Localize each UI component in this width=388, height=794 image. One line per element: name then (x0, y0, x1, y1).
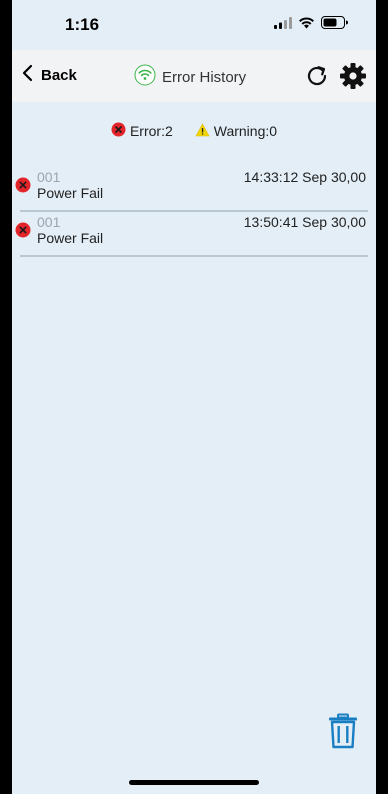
trash-icon (328, 713, 358, 753)
error-row[interactable]: 001 13:50:41 Sep 30,00 Power Fail (15, 212, 368, 257)
error-icon (111, 122, 126, 140)
cellular-signal-icon (274, 16, 292, 34)
back-button[interactable]: Back (22, 64, 77, 86)
error-code: 001 (37, 214, 61, 230)
app-screen: 1:16 Back Error History Error:2 Warning:… (12, 0, 376, 794)
home-indicator[interactable] (129, 780, 259, 785)
error-count-label: Error:2 (129, 123, 173, 139)
refresh-icon (304, 66, 330, 93)
wifi-icon (298, 16, 315, 34)
wifi-connection-icon (134, 64, 156, 91)
battery-icon (321, 16, 348, 34)
error-name: Power Fail (37, 230, 104, 246)
nav-bar: Back Error History (12, 50, 376, 102)
delete-button[interactable] (328, 713, 358, 754)
status-bar: 1:16 (12, 0, 376, 50)
refresh-button[interactable] (304, 63, 330, 94)
error-list: 001 14:33:12 Sep 30,00 Power Fail 001 13… (12, 167, 376, 257)
warning-icon (195, 122, 210, 140)
error-icon (15, 222, 31, 243)
gear-icon (339, 63, 367, 94)
error-summary: Error:2 Warning:0 (12, 122, 376, 140)
nav-title-group: Error History (134, 64, 246, 91)
error-timestamp: 14:33:12 Sep 30,00 (243, 169, 366, 185)
settings-button[interactable] (339, 62, 367, 95)
warning-count: Warning:0 (195, 122, 277, 140)
error-row[interactable]: 001 14:33:12 Sep 30,00 Power Fail (15, 167, 368, 212)
error-count: Error:2 (111, 122, 173, 140)
page-title: Error History (162, 69, 247, 86)
status-icons (274, 16, 348, 34)
warning-count-label: Warning:0 (213, 123, 278, 139)
error-name: Power Fail (37, 185, 104, 201)
error-code: 001 (37, 169, 61, 185)
back-label: Back (41, 66, 77, 84)
chevron-left-icon (22, 64, 33, 86)
error-icon (15, 177, 31, 198)
status-time: 1:16 (65, 15, 100, 34)
error-timestamp: 13:50:41 Sep 30,00 (243, 214, 366, 230)
